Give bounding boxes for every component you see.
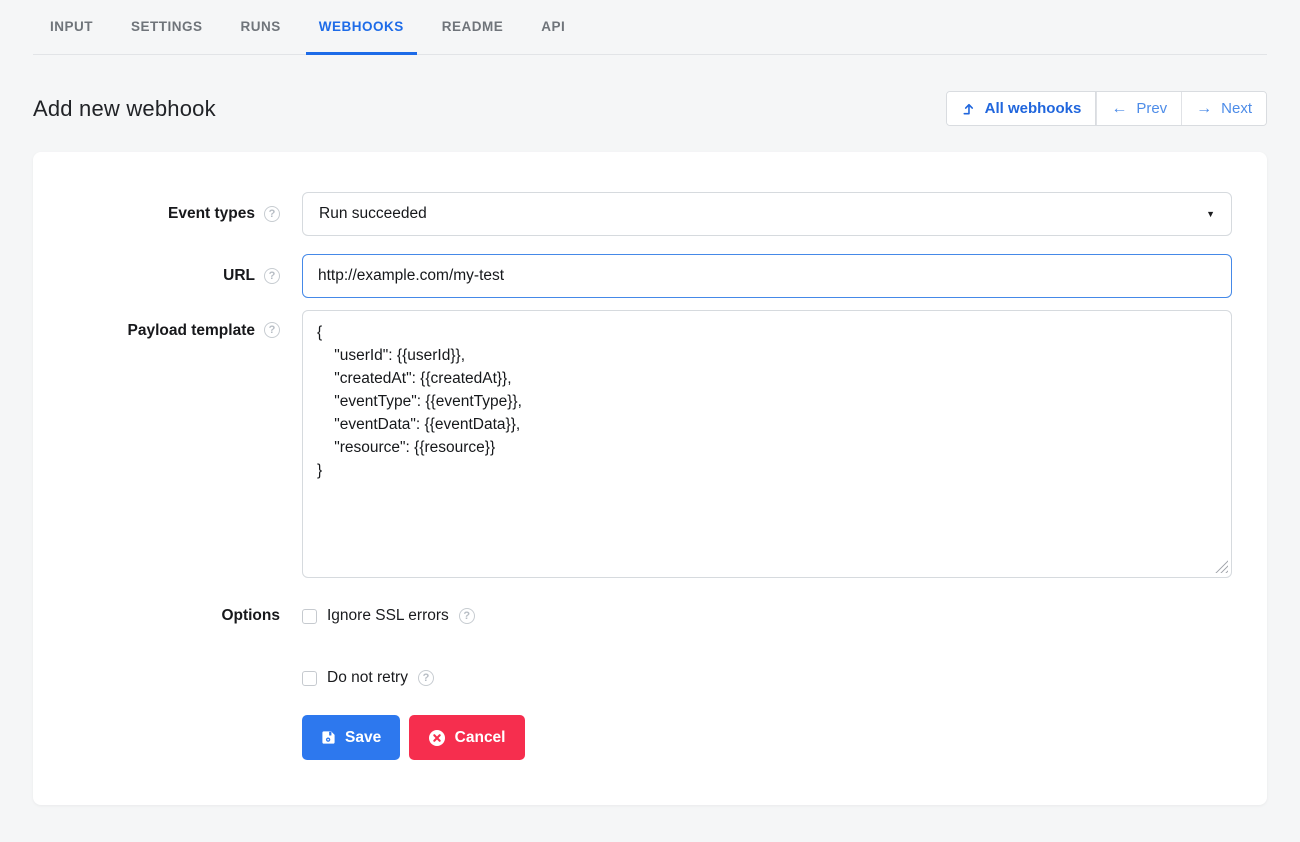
payload-template-label-col: Payload template ? — [68, 310, 280, 578]
tab-readme[interactable]: README — [429, 0, 517, 55]
do-not-retry-checkbox[interactable] — [302, 671, 317, 686]
options-field-col: Ignore SSL errors ? Do not retry ? — [302, 605, 1232, 689]
all-webhooks-label: All webhooks — [985, 100, 1082, 117]
next-button[interactable]: → Next — [1181, 92, 1266, 125]
url-field-col — [302, 254, 1232, 298]
do-not-retry-label[interactable]: Do not retry — [327, 669, 408, 687]
tab-webhooks[interactable]: WEBHOOKS — [306, 0, 417, 55]
tab-bar: INPUT SETTINGS RUNS WEBHOOKS README API — [33, 0, 1267, 55]
prev-label: Prev — [1136, 100, 1167, 117]
options-row: Options Ignore SSL errors ? Do not retry… — [68, 605, 1232, 689]
chevron-down-icon: ▼ — [1206, 209, 1215, 219]
ignore-ssl-option: Ignore SSL errors ? — [302, 605, 1232, 627]
event-types-select[interactable]: Run succeeded ▼ — [302, 192, 1232, 236]
tab-input[interactable]: INPUT — [37, 0, 106, 55]
webhook-form-card: Event types ? Run succeeded ▼ URL ? Payl… — [33, 152, 1267, 805]
payload-template-field-col: { "userId": {{userId}}, "createdAt": {{c… — [302, 310, 1232, 578]
prev-button[interactable]: ← Prev — [1096, 92, 1181, 125]
options-label: Options — [221, 607, 280, 625]
page-title: Add new webhook — [33, 96, 216, 122]
payload-template-label: Payload template — [128, 322, 256, 340]
ignore-ssl-checkbox[interactable] — [302, 609, 317, 624]
cancel-button[interactable]: Cancel — [409, 715, 525, 760]
buttons-spacer — [68, 715, 280, 760]
url-row: URL ? — [68, 254, 1232, 298]
payload-template-row: Payload template ? { "userId": {{userId}… — [68, 310, 1232, 578]
help-icon[interactable]: ? — [459, 608, 475, 624]
next-label: Next — [1221, 100, 1252, 117]
arrow-left-icon: ← — [1111, 101, 1127, 117]
webhook-nav-button-group: All webhooks ← Prev → Next — [946, 91, 1267, 126]
url-label-col: URL ? — [68, 254, 280, 298]
cancel-x-circle-icon — [428, 729, 446, 747]
event-types-label: Event types — [168, 205, 255, 223]
do-not-retry-option: Do not retry ? — [302, 667, 1232, 689]
help-icon[interactable]: ? — [264, 206, 280, 222]
payload-template-textarea[interactable]: { "userId": {{userId}}, "createdAt": {{c… — [302, 310, 1232, 578]
help-icon[interactable]: ? — [264, 268, 280, 284]
event-types-row: Event types ? Run succeeded ▼ — [68, 192, 1232, 236]
arrow-right-icon: → — [1196, 101, 1212, 117]
url-label: URL — [223, 267, 255, 285]
event-types-label-col: Event types ? — [68, 192, 280, 236]
event-types-selected-value: Run succeeded — [319, 205, 427, 223]
page-header: Add new webhook All webhooks ← Prev → Ne… — [33, 55, 1267, 152]
ignore-ssl-label[interactable]: Ignore SSL errors — [327, 607, 449, 625]
tab-api[interactable]: API — [528, 0, 578, 55]
save-button[interactable]: Save — [302, 715, 400, 760]
all-webhooks-button[interactable]: All webhooks — [947, 92, 1097, 125]
help-icon[interactable]: ? — [264, 322, 280, 338]
cancel-label: Cancel — [455, 729, 506, 747]
event-types-field-col: Run succeeded ▼ — [302, 192, 1232, 236]
options-label-col: Options — [68, 605, 280, 689]
action-buttons-row: Save Cancel — [68, 715, 1232, 760]
tab-settings[interactable]: SETTINGS — [118, 0, 216, 55]
url-input[interactable] — [302, 254, 1232, 298]
buttons-field-col: Save Cancel — [302, 715, 1232, 760]
save-label: Save — [345, 729, 381, 747]
save-floppy-icon — [321, 730, 336, 745]
help-icon[interactable]: ? — [418, 670, 434, 686]
tab-runs[interactable]: RUNS — [228, 0, 294, 55]
arrow-up-left-icon — [961, 101, 976, 116]
